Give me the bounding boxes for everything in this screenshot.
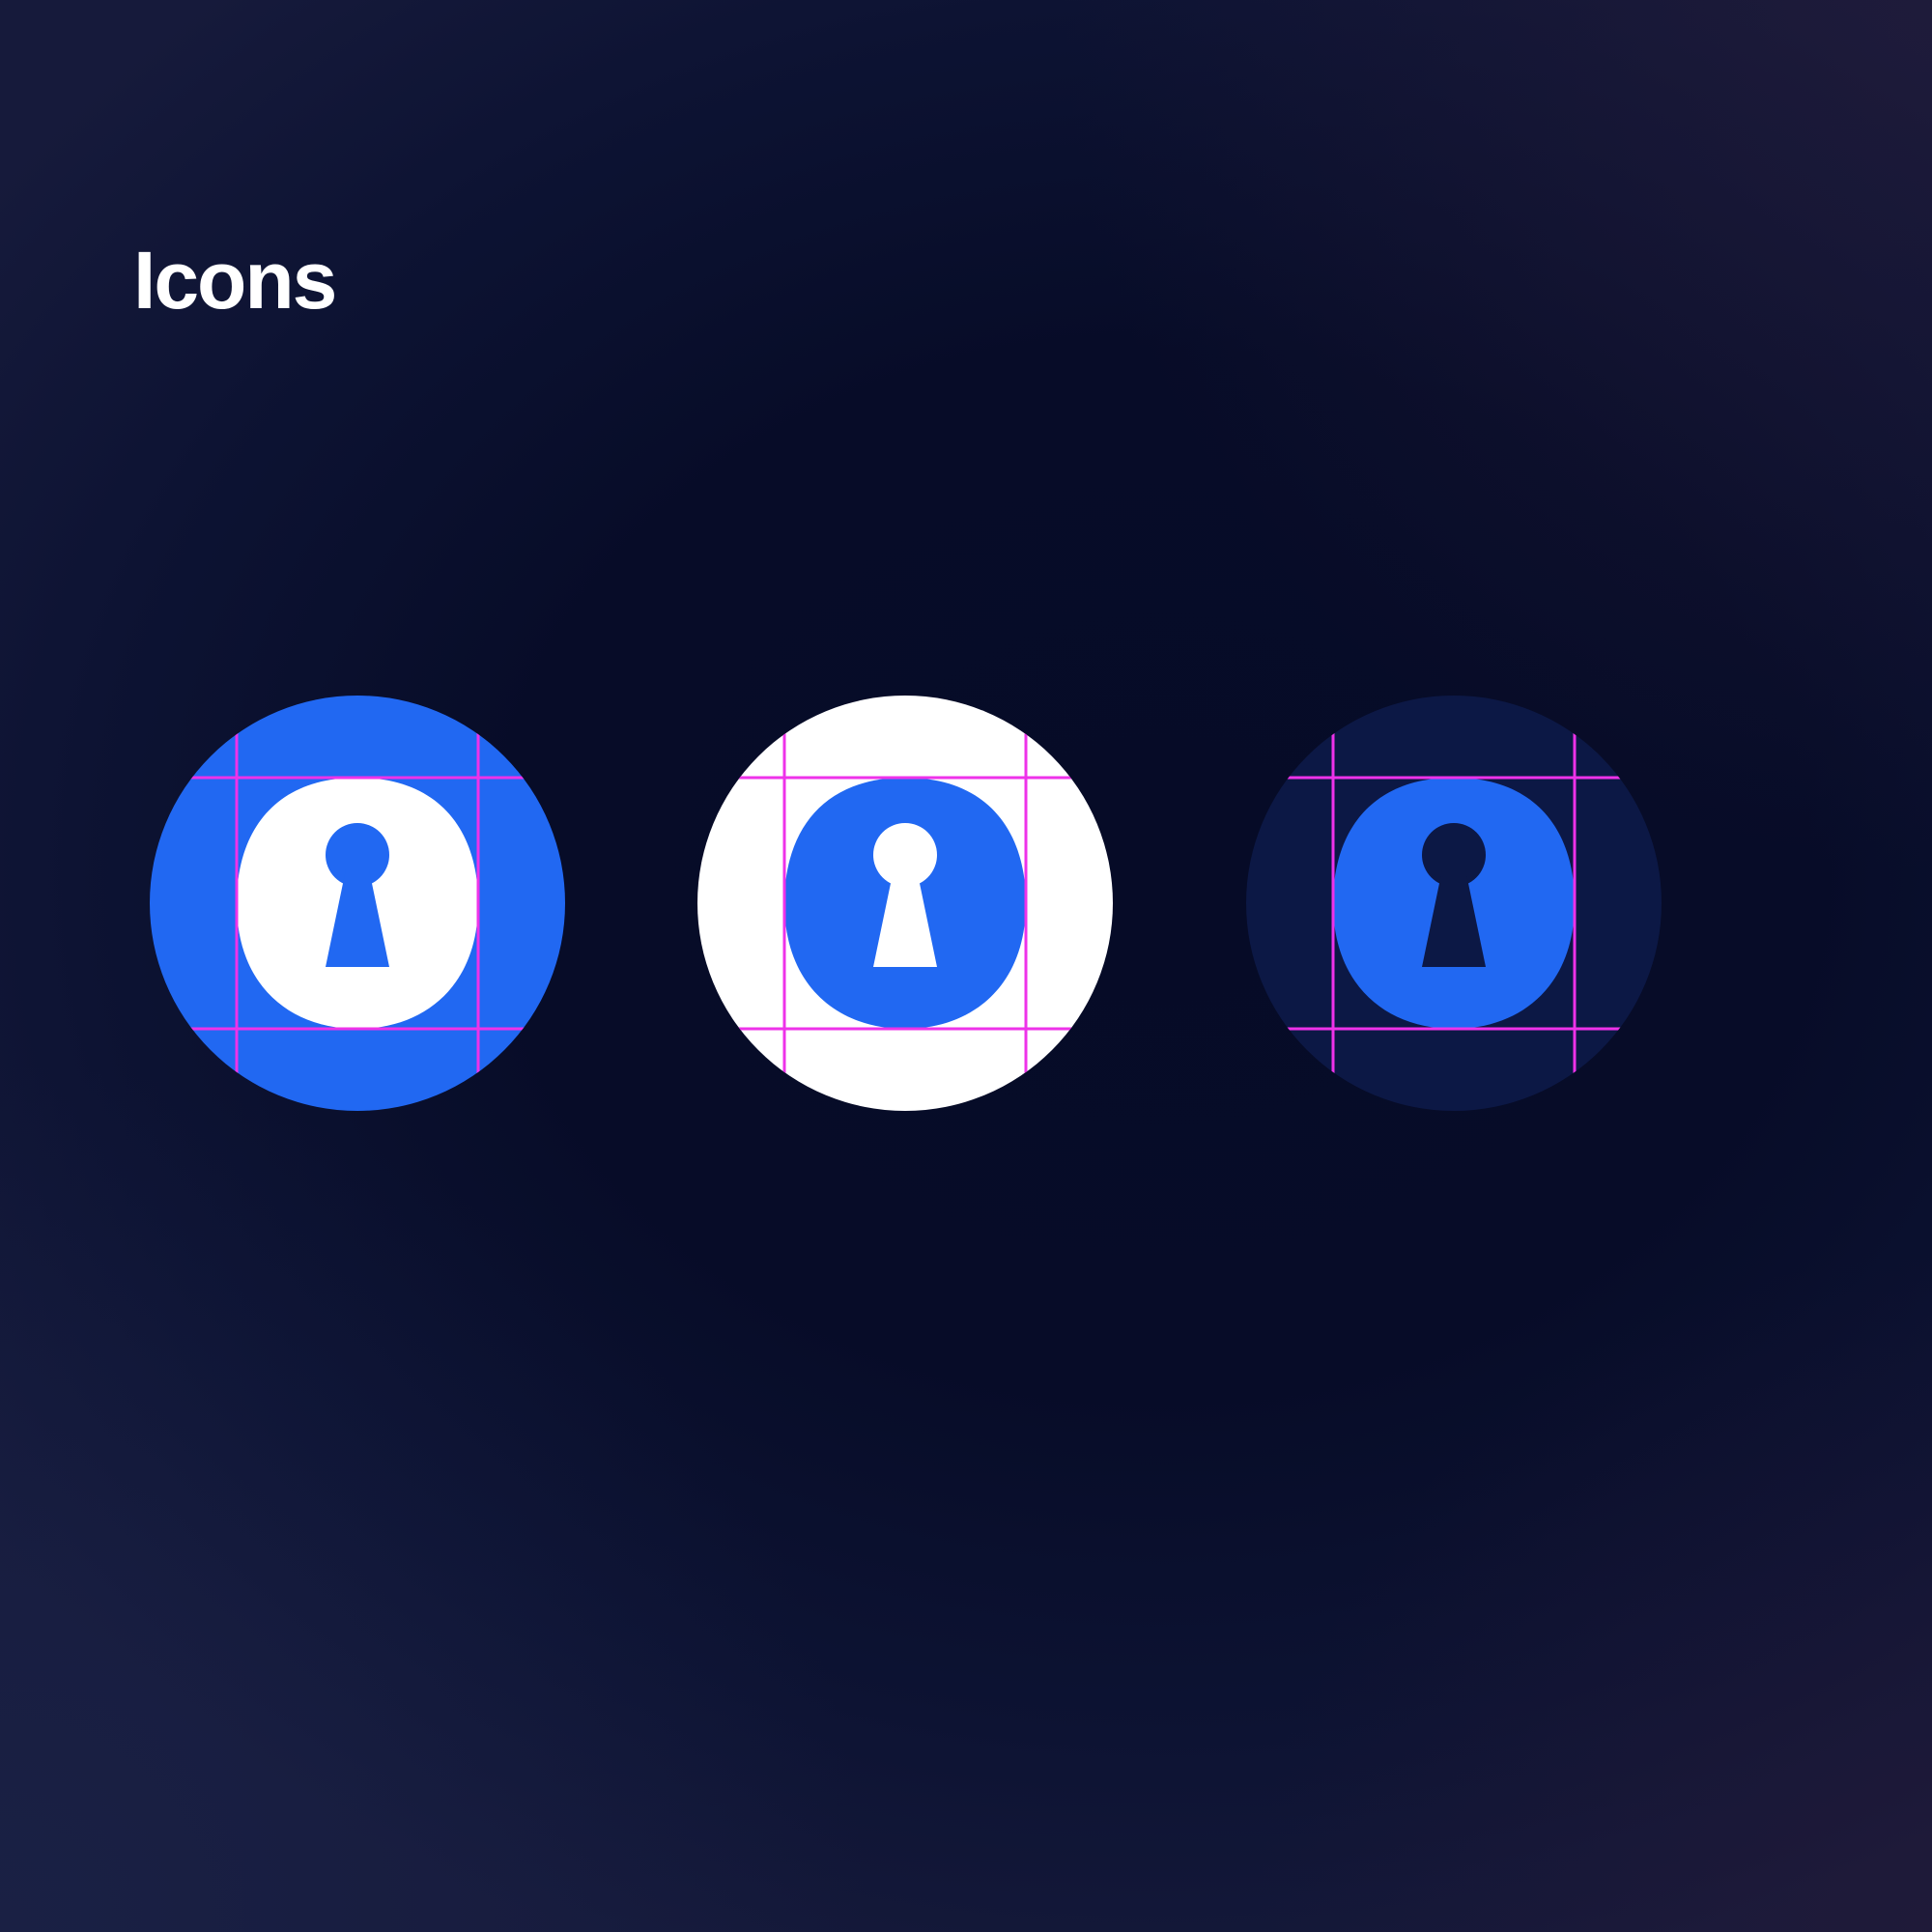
keyhole-icon [1246,696,1662,1111]
keyhole-icon [697,696,1113,1111]
keyhole-icon [150,696,565,1111]
page-title: Icons [133,235,337,326]
keyhole-icon-badge-navy [1246,696,1662,1111]
keyhole-icon-badge-white [697,696,1113,1111]
keyhole-icon-badge-blue [150,696,565,1111]
